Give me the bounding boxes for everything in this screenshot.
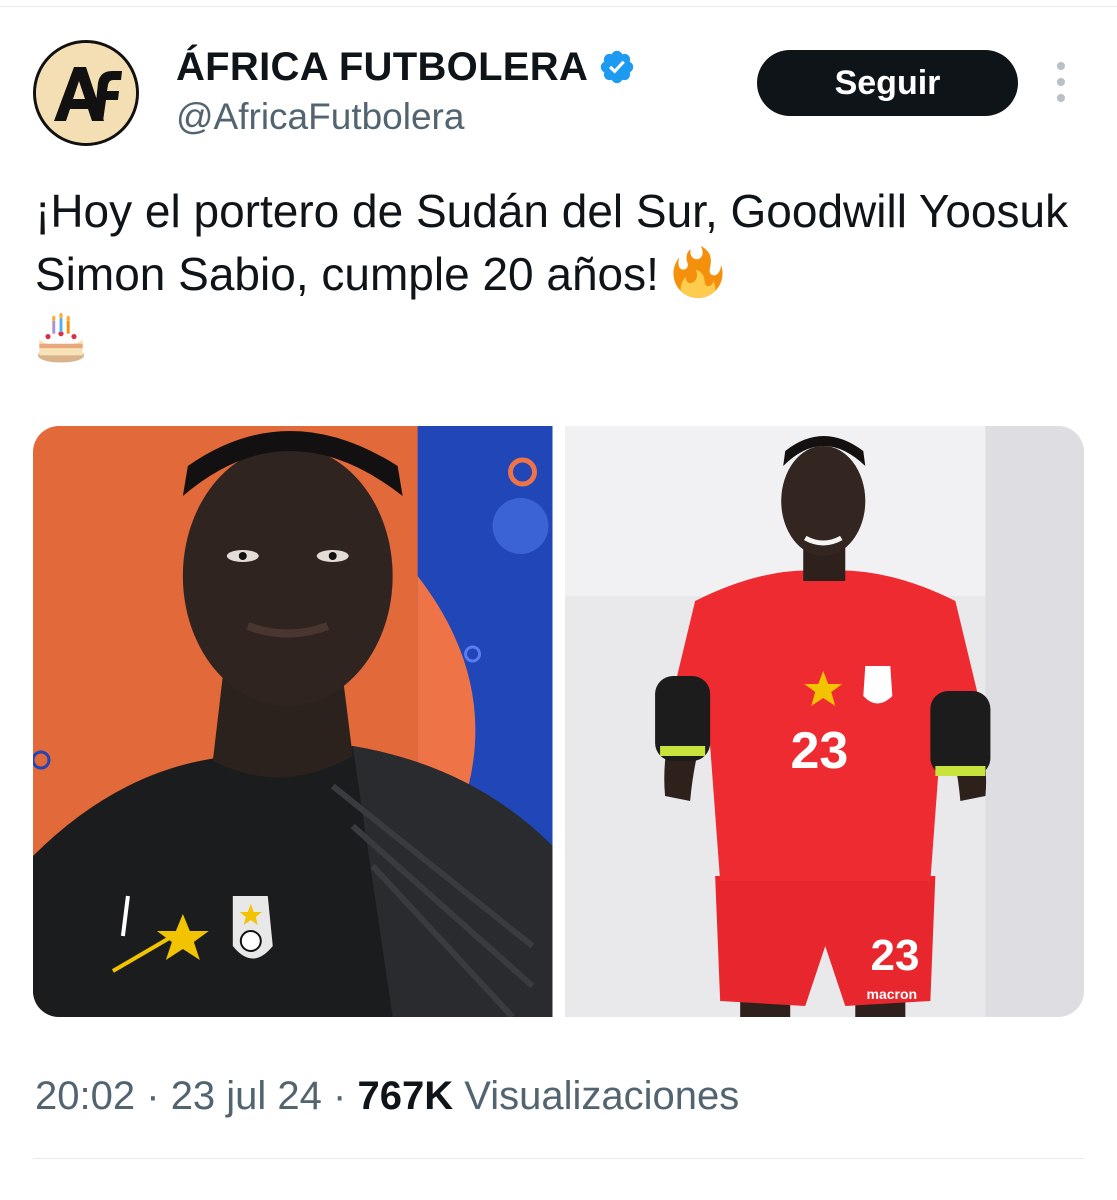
- tweet-date[interactable]: 23 jul 24: [171, 1074, 322, 1118]
- tweet-time[interactable]: 20:02: [35, 1074, 135, 1118]
- name-row: ÁFRICA FUTBOLERA: [176, 42, 636, 92]
- fire-icon: [673, 246, 723, 298]
- author-block: ÁFRICA FUTBOLERA @AfricaFutbolera: [176, 42, 636, 138]
- shorts-number: 23: [870, 931, 920, 980]
- avatar-logo: [36, 43, 136, 143]
- follow-button[interactable]: Seguir: [757, 50, 1018, 116]
- tweet-media: 23 23 macron: [33, 426, 1084, 1017]
- meta-separator: ·: [333, 1074, 347, 1118]
- tweet-text: ¡Hoy el portero de Sudán del Sur, Goodwi…: [35, 180, 1085, 372]
- author-avatar[interactable]: [33, 40, 139, 146]
- shorts-brand: macron: [866, 986, 918, 1002]
- bottom-divider: [33, 1158, 1084, 1159]
- photo-goalkeeper-black-kit[interactable]: [33, 426, 553, 1017]
- meta-separator: ·: [146, 1074, 160, 1118]
- views-count[interactable]: 767K: [358, 1074, 454, 1118]
- verified-badge-icon: [600, 50, 634, 84]
- more-vertical-icon[interactable]: [1048, 62, 1074, 106]
- photo-image: [33, 426, 553, 1017]
- photo-goalkeeper-red-kit[interactable]: 23 23 macron: [564, 426, 1084, 1017]
- birthday-cake-icon: [37, 312, 85, 363]
- tweet-text-content: ¡Hoy el portero de Sudán del Sur, Goodwi…: [35, 185, 1069, 300]
- author-handle[interactable]: @AfricaFutbolera: [176, 96, 636, 138]
- top-divider: [0, 6, 1117, 7]
- author-display-name[interactable]: ÁFRICA FUTBOLERA: [176, 45, 588, 90]
- shirt-number: 23: [790, 722, 849, 780]
- views-label[interactable]: Visualizaciones: [464, 1074, 739, 1118]
- tweet-meta: 20:02 · 23 jul 24 · 767K Visualizaciones: [35, 1074, 739, 1119]
